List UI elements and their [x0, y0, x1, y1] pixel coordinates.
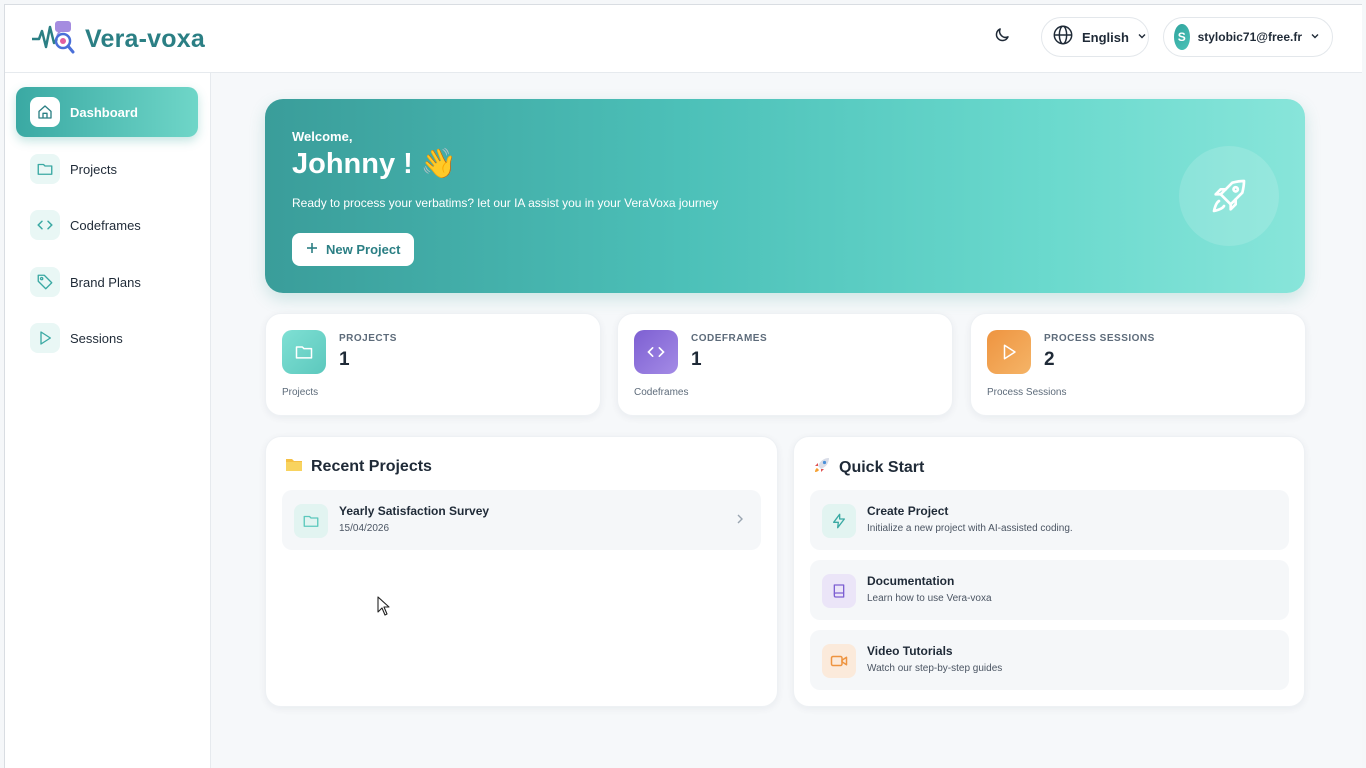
folder-emoji-icon — [285, 456, 303, 477]
rocket-emoji-icon — [813, 456, 831, 479]
welcome-text: Welcome, — [292, 129, 353, 144]
quick-start-item-sub: Watch our step-by-step guides — [867, 663, 1003, 674]
mouse-cursor-icon — [377, 596, 391, 621]
sidebar-item-projects[interactable]: Projects — [16, 144, 198, 194]
stat-footer: Codeframes — [634, 387, 689, 398]
quick-start-item-sub: Learn how to use Vera-voxa — [867, 593, 992, 604]
stat-card-codeframes[interactable]: CODEFRAMES 1 Codeframes — [617, 313, 953, 416]
sidebar-item-brand-plans[interactable]: Brand Plans — [16, 257, 198, 307]
stat-value: 1 — [339, 349, 350, 370]
stat-value: 2 — [1044, 349, 1055, 370]
folder-icon — [30, 154, 60, 184]
quick-start-item-title: Documentation — [867, 574, 955, 588]
stat-footer: Projects — [282, 387, 319, 398]
quick-start-item-title: Video Tutorials — [867, 644, 953, 658]
project-name: Yearly Satisfaction Survey — [339, 504, 490, 518]
stat-label: PROCESS SESSIONS — [1044, 333, 1155, 344]
theme-toggle-button[interactable] — [987, 22, 1017, 52]
user-email: stylobic71@free.fr — [1197, 30, 1302, 44]
moon-icon — [993, 26, 1011, 49]
stat-label: PROJECTS — [339, 333, 397, 344]
quick-start-create-project[interactable]: Create Project Initialize a new project … — [810, 490, 1289, 550]
rocket-icon — [1179, 146, 1279, 246]
plus-icon — [306, 241, 318, 259]
brand[interactable]: Vera-voxa — [31, 19, 205, 60]
welcome-banner: Welcome, Johnny ! 👋 Ready to process you… — [265, 99, 1305, 293]
stat-label: CODEFRAMES — [691, 333, 768, 344]
quick-start-item-title: Create Project — [867, 504, 949, 518]
project-row[interactable]: Yearly Satisfaction Survey 15/04/2026 — [282, 490, 761, 550]
sidebar: Dashboard Projects Codeframes Brand Plan… — [5, 73, 211, 768]
user-menu[interactable]: S stylobic71@free.fr — [1163, 17, 1333, 57]
stat-card-projects[interactable]: PROJECTS 1 Projects — [265, 313, 601, 416]
book-icon — [822, 574, 856, 608]
user-greeting: Johnny ! 👋 — [292, 148, 457, 180]
stat-footer: Process Sessions — [987, 387, 1067, 398]
bolt-icon — [822, 504, 856, 538]
quick-start-panel: Quick Start Create Project Initialize a … — [793, 436, 1305, 707]
new-project-label: New Project — [326, 242, 401, 257]
quick-start-documentation[interactable]: Documentation Learn how to use Vera-voxa — [810, 560, 1289, 620]
top-header: Vera-voxa English S stylobic71@free.fr — [5, 5, 1362, 73]
new-project-button[interactable]: New Project — [292, 233, 415, 266]
chevron-right-icon — [735, 512, 745, 531]
sidebar-item-dashboard[interactable]: Dashboard — [16, 87, 198, 137]
home-icon — [30, 97, 60, 127]
sidebar-item-label: Codeframes — [70, 217, 141, 233]
quick-start-title: Quick Start — [839, 458, 925, 476]
sidebar-item-codeframes[interactable]: Codeframes — [16, 200, 198, 250]
sidebar-item-sessions[interactable]: Sessions — [16, 313, 198, 363]
recent-projects-panel: Recent Projects Yearly Satisfaction Surv… — [265, 436, 778, 707]
stat-value: 1 — [691, 349, 702, 370]
sidebar-item-label: Sessions — [70, 330, 123, 346]
folder-icon — [294, 504, 328, 538]
tag-icon — [30, 267, 60, 297]
play-icon — [30, 323, 60, 353]
logo-icon — [31, 19, 77, 60]
language-label: English — [1082, 29, 1129, 45]
sidebar-item-label: Brand Plans — [70, 274, 141, 290]
stat-card-process-sessions[interactable]: PROCESS SESSIONS 2 Process Sessions — [970, 313, 1306, 416]
chevron-down-icon — [1137, 28, 1147, 46]
avatar: S — [1174, 24, 1190, 50]
chevron-down-icon — [1310, 28, 1320, 46]
panel-title: Recent Projects — [285, 456, 432, 477]
app-window: Vera-voxa English S stylobic71@free.fr D… — [4, 4, 1362, 768]
folder-icon — [282, 330, 326, 374]
code-icon — [634, 330, 678, 374]
globe-icon — [1052, 24, 1074, 51]
project-date: 15/04/2026 — [339, 523, 390, 534]
welcome-subtitle: Ready to process your verbatims? let our… — [292, 196, 719, 210]
code-icon — [30, 210, 60, 240]
app-title: Vera-voxa — [85, 25, 205, 53]
recent-projects-title: Recent Projects — [311, 457, 432, 475]
quick-start-item-sub: Initialize a new project with AI-assiste… — [867, 523, 1073, 534]
quick-start-video-tutorials[interactable]: Video Tutorials Watch our step-by-step g… — [810, 630, 1289, 690]
panel-title: Quick Start — [813, 456, 924, 479]
video-icon — [822, 644, 856, 678]
sidebar-item-label: Projects — [70, 161, 117, 177]
language-select[interactable]: English — [1041, 17, 1149, 57]
play-icon — [987, 330, 1031, 374]
sidebar-item-label: Dashboard — [70, 104, 138, 120]
